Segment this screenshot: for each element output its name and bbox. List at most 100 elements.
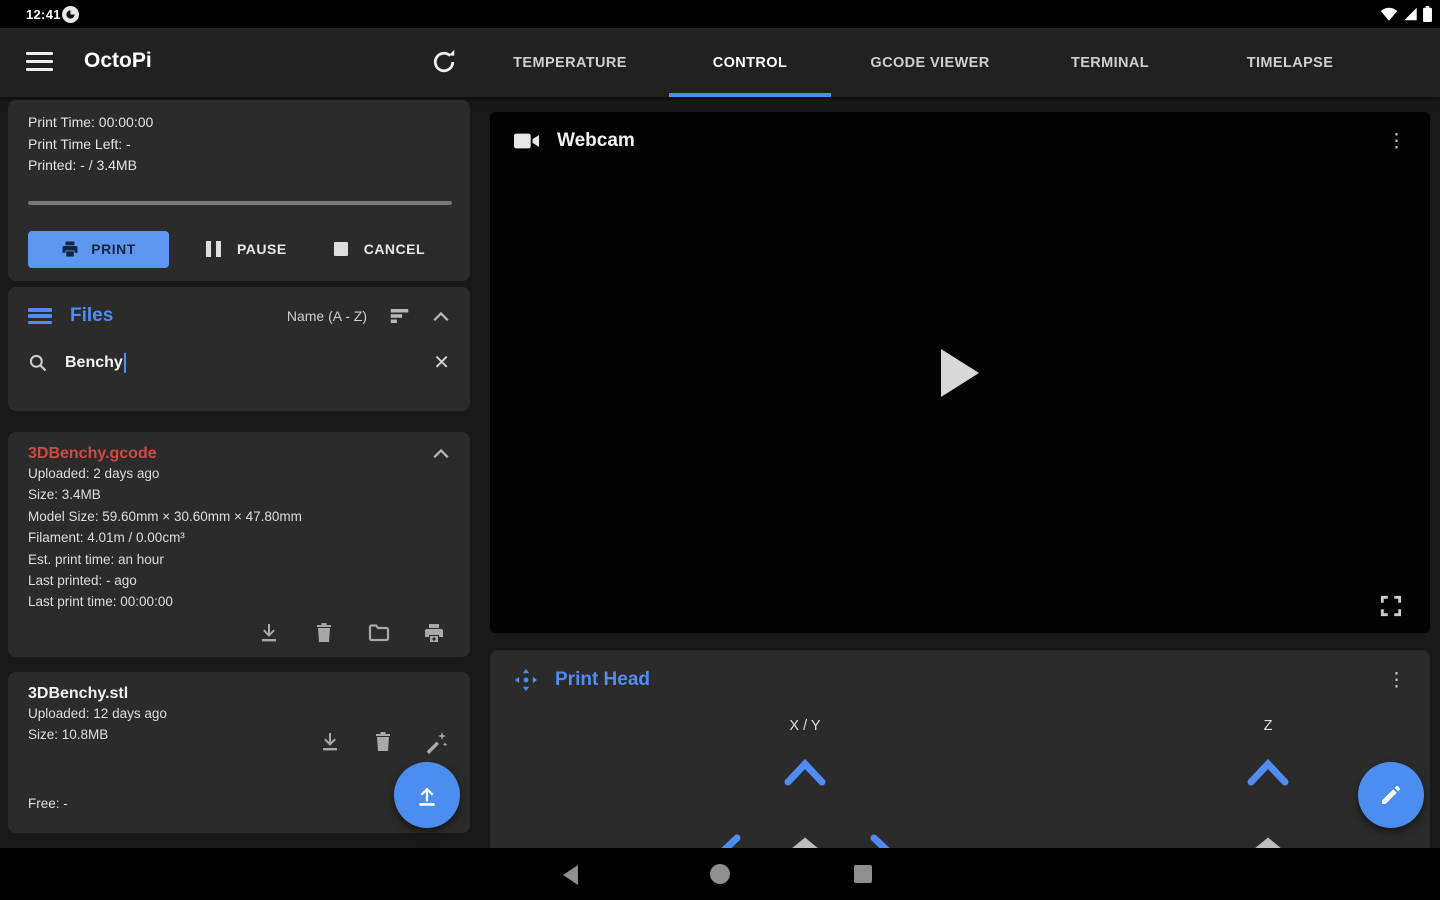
- z-axis-label: Z: [1263, 718, 1273, 734]
- free-space-text: Free: -: [28, 796, 68, 811]
- jog-y-plus-button[interactable]: [782, 758, 828, 789]
- pencil-icon: [1382, 785, 1401, 804]
- print-progress-bar: [28, 200, 452, 205]
- printer-icon: [425, 624, 443, 642]
- upload-file-fab[interactable]: [394, 762, 460, 828]
- fullscreen-button[interactable]: [1378, 593, 1404, 619]
- chevron-up-icon: [1247, 758, 1289, 786]
- trash-icon: [376, 732, 390, 751]
- refresh-icon: [433, 49, 455, 73]
- magic-wand-icon: [426, 732, 448, 754]
- stl-file-card[interactable]: 3DBenchy.stl Uploaded: 12 days ago Size:…: [8, 672, 470, 833]
- print-head-card: Print Head ⋮ X / Y Z: [490, 650, 1430, 848]
- delete-button[interactable]: [371, 730, 395, 754]
- files-card: Files Name (A - Z) Benchy ✕: [8, 287, 470, 411]
- printer-icon: [62, 241, 78, 257]
- home-xy-button[interactable]: [788, 836, 822, 848]
- gcode-file-actions: [257, 621, 446, 645]
- upload-icon: [419, 787, 435, 806]
- edit-steps-fab[interactable]: [1358, 762, 1424, 828]
- print-head-header: Print Head ⋮: [490, 650, 1430, 710]
- gcode-filament: Filament: 4.01m / 0.00cm³: [28, 530, 185, 546]
- tab-gcode-viewer[interactable]: GCODE VIEWER: [840, 28, 1020, 97]
- search-query-text: Benchy: [65, 354, 123, 371]
- app-title: OctoPi: [84, 49, 152, 72]
- webcam-header: Webcam ⋮: [490, 112, 1430, 170]
- delete-button[interactable]: [312, 621, 336, 645]
- gcode-model-size: Model Size: 59.60mm × 30.60mm × 47.80mm: [28, 508, 302, 524]
- status-icons: [1380, 6, 1432, 22]
- octopi-app-screen: 12:41 OctoPi TEMPERATURE CONTROL GCODE V…: [0, 0, 1440, 900]
- home-z-button[interactable]: [1251, 836, 1285, 848]
- print-status-card: Print Time: 00:00:00 Print Time Left: - …: [8, 100, 470, 281]
- clock-text: 12:41: [26, 6, 61, 22]
- collapse-file-icon[interactable]: [432, 446, 450, 464]
- cellular-signal-icon: [1404, 7, 1417, 21]
- webcam-card: Webcam ⋮: [490, 112, 1430, 633]
- download-icon: [262, 624, 276, 642]
- back-button[interactable]: [563, 865, 578, 885]
- cancel-button-label: CANCEL: [363, 241, 426, 257]
- fullscreen-icon: [1380, 595, 1402, 617]
- app-bar: OctoPi TEMPERATURE CONTROL GCODE VIEWER …: [0, 28, 1440, 97]
- octoprint-notification-icon: [62, 5, 79, 23]
- play-stream-button[interactable]: [941, 348, 979, 397]
- files-list-icon: [28, 308, 52, 324]
- file-search-input[interactable]: Benchy ✕: [28, 353, 450, 373]
- clear-search-icon[interactable]: ✕: [433, 353, 450, 373]
- pause-icon: [206, 241, 221, 257]
- wifi-icon: [1380, 7, 1398, 21]
- tab-terminal[interactable]: TERMINAL: [1020, 28, 1200, 97]
- webcam-title: Webcam: [557, 130, 635, 151]
- stl-uploaded: Uploaded: 12 days ago: [28, 706, 167, 721]
- sort-order-label[interactable]: Name (A - Z): [287, 308, 367, 324]
- jog-x-plus-button[interactable]: [870, 832, 898, 848]
- gcode-size: Size: 3.4MB: [28, 487, 101, 503]
- print-button[interactable]: PRINT: [28, 230, 169, 268]
- print-file-button[interactable]: [422, 621, 446, 645]
- chevron-up-icon: [784, 758, 826, 786]
- home-button[interactable]: [710, 864, 730, 884]
- pause-button[interactable]: PAUSE: [196, 231, 297, 268]
- android-status-bar: 12:41: [0, 0, 1440, 28]
- move-to-folder-button[interactable]: [367, 621, 391, 645]
- jog-x-minus-button[interactable]: [713, 832, 741, 848]
- gcode-file-name: 3DBenchy.gcode: [28, 445, 157, 462]
- tab-control[interactable]: CONTROL: [660, 28, 840, 97]
- jog-z-plus-button[interactable]: [1245, 758, 1291, 789]
- collapse-section-icon[interactable]: [432, 311, 450, 322]
- xy-axis-label: X / Y: [789, 718, 821, 734]
- sort-icon[interactable]: [389, 307, 410, 325]
- text-cursor: [123, 353, 127, 373]
- print-head-title: Print Head: [555, 669, 651, 690]
- battery-icon: [1423, 6, 1432, 22]
- print-head-menu-button[interactable]: ⋮: [1387, 671, 1406, 690]
- refresh-button[interactable]: [430, 48, 458, 76]
- chevron-left-icon: [721, 834, 741, 848]
- gcode-file-card[interactable]: 3DBenchy.gcode Uploaded: 2 days ago Size…: [8, 432, 470, 657]
- gcode-est-print-time: Est. print time: an hour: [28, 551, 164, 567]
- slice-button[interactable]: [424, 730, 448, 754]
- download-icon: [323, 733, 337, 751]
- stl-file-actions: [318, 730, 448, 754]
- stop-icon: [333, 242, 348, 256]
- menu-icon[interactable]: [26, 52, 53, 72]
- files-title: Files: [70, 305, 114, 326]
- folder-icon: [368, 624, 390, 642]
- trash-icon: [317, 623, 331, 642]
- tab-bar: TEMPERATURE CONTROL GCODE VIEWER TERMINA…: [480, 28, 1380, 97]
- files-header: Files Name (A - Z): [28, 305, 450, 327]
- recents-button[interactable]: [854, 865, 872, 883]
- download-button[interactable]: [318, 730, 342, 754]
- print-button-label: PRINT: [91, 241, 136, 257]
- download-button[interactable]: [257, 621, 281, 645]
- tab-timelapse[interactable]: TIMELAPSE: [1200, 28, 1380, 97]
- print-time-left-text: Print Time Left: -: [28, 135, 131, 152]
- tab-temperature[interactable]: TEMPERATURE: [480, 28, 660, 97]
- printed-progress-text: Printed: - / 3.4MB: [28, 157, 137, 173]
- video-camera-icon: [514, 133, 540, 149]
- print-time-text: Print Time: 00:00:00: [28, 114, 154, 130]
- print-actions-row: PRINT PAUSE CANCEL: [28, 230, 450, 268]
- cancel-button[interactable]: CANCEL: [324, 231, 435, 268]
- webcam-menu-button[interactable]: ⋮: [1387, 132, 1406, 151]
